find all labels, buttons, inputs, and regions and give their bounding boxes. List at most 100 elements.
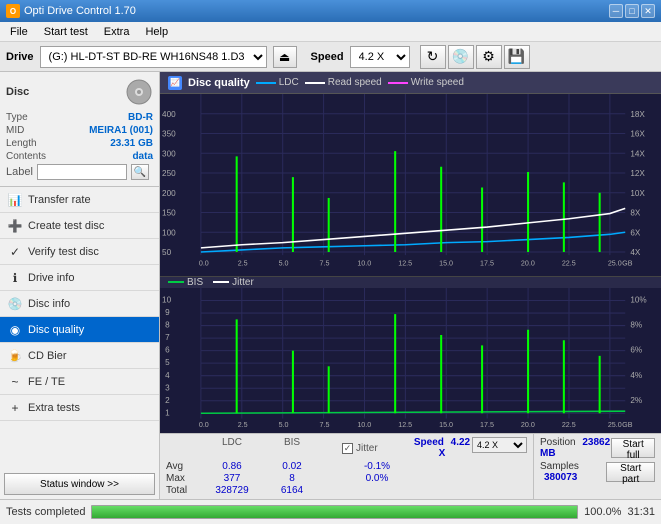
svg-text:7: 7 [165, 333, 170, 342]
svg-text:15.0: 15.0 [439, 420, 453, 429]
svg-text:10.0: 10.0 [357, 258, 371, 267]
svg-text:GB: GB [622, 420, 633, 429]
sidebar-item-cd-bier[interactable]: 🍺 CD Bier [0, 343, 159, 369]
max-ldc: 377 [202, 473, 262, 484]
stats-left: LDC BIS ✓ Jitter Speed 4.22 X 4.2 X [160, 434, 533, 499]
progress-percentage: 100.0% [584, 506, 621, 518]
settings-button[interactable]: ⚙ [476, 45, 502, 69]
sidebar-item-fe-te[interactable]: ~ FE / TE [0, 369, 159, 395]
avg-jitter: -0.1% [342, 461, 412, 472]
label-button[interactable]: 🔍 [131, 164, 149, 180]
svg-text:22.5: 22.5 [562, 258, 576, 267]
start-part-button[interactable]: Start part [606, 462, 655, 482]
svg-text:12X: 12X [630, 169, 645, 178]
stats-right: Position 23862 MB Start full Samples 380… [533, 434, 661, 499]
refresh-button[interactable]: ↻ [420, 45, 446, 69]
avg-bis: 0.02 [262, 461, 322, 472]
menu-file[interactable]: File [4, 24, 34, 40]
mid-value: MEIRA1 (001) [89, 125, 153, 136]
menu-help[interactable]: Help [139, 24, 174, 40]
position-label: Position [540, 437, 576, 448]
sidebar-item-transfer-rate[interactable]: 📊 Transfer rate [0, 187, 159, 213]
svg-text:12.5: 12.5 [398, 420, 412, 429]
length-label: Length [6, 138, 37, 149]
top-chart: 400 350 300 250 200 150 100 50 18X 16X 1… [160, 94, 661, 277]
status-text: Tests completed [6, 506, 85, 518]
svg-text:3: 3 [165, 383, 170, 392]
status-bar: Tests completed 100.0% 31:31 [0, 499, 661, 524]
drive-select[interactable]: (G:) HL-DT-ST BD-RE WH16NS48 1.D3 [40, 46, 267, 68]
svg-text:1: 1 [165, 408, 170, 417]
samples-label: Samples [540, 461, 579, 472]
total-label: Total [166, 485, 202, 496]
svg-text:150: 150 [162, 209, 176, 218]
start-full-button[interactable]: Start full [611, 438, 655, 458]
sidebar-item-disc-info[interactable]: 💿 Disc info [0, 291, 159, 317]
speed-stat-select[interactable]: 4.2 X [472, 437, 527, 453]
read-speed-legend-label: Read speed [328, 77, 382, 88]
ldc-chart-svg: 400 350 300 250 200 150 100 50 18X 16X 1… [160, 94, 661, 276]
eject-button[interactable]: ⏏ [273, 46, 297, 68]
menu-start-test[interactable]: Start test [38, 24, 94, 40]
sidebar-item-drive-info[interactable]: ℹ Drive info [0, 265, 159, 291]
disc-button[interactable]: 💿 [448, 45, 474, 69]
svg-text:5.0: 5.0 [279, 420, 289, 429]
svg-text:200: 200 [162, 189, 176, 198]
type-label: Type [6, 112, 28, 123]
svg-text:7.5: 7.5 [320, 258, 330, 267]
svg-text:6%: 6% [630, 346, 642, 355]
ldc-header: LDC [202, 437, 262, 459]
svg-text:4X: 4X [630, 248, 640, 257]
ldc-legend-label: LDC [279, 77, 299, 88]
jitter-checkbox[interactable]: ✓ [342, 443, 353, 454]
svg-text:2%: 2% [630, 396, 642, 405]
svg-text:250: 250 [162, 169, 176, 178]
svg-text:10%: 10% [630, 295, 647, 304]
svg-text:20.0: 20.0 [521, 258, 535, 267]
svg-text:10.0: 10.0 [357, 420, 371, 429]
svg-text:25.0: 25.0 [608, 420, 622, 429]
total-ldc: 328729 [202, 485, 262, 496]
close-button[interactable]: ✕ [641, 4, 655, 18]
speed-stat-header: Speed 4.22 X [412, 437, 472, 459]
cd-bier-icon: 🍺 [8, 349, 22, 363]
total-row: Total 328729 6164 [166, 485, 527, 496]
menu-bar: File Start test Extra Help [0, 22, 661, 42]
svg-text:5.0: 5.0 [279, 258, 289, 267]
svg-text:12.5: 12.5 [398, 258, 412, 267]
svg-text:20.0: 20.0 [521, 420, 535, 429]
svg-text:9: 9 [165, 308, 170, 317]
sidebar-item-disc-quality[interactable]: ◉ Disc quality [0, 317, 159, 343]
sidebar-item-create-test-disc[interactable]: ➕ Create test disc [0, 213, 159, 239]
drive-info-icon: ℹ [8, 271, 22, 285]
bis-chart-svg: 10 9 8 7 6 5 4 3 2 1 10% 8% 6% 4% 2% [160, 288, 661, 433]
label-input[interactable] [37, 164, 127, 180]
menu-extra[interactable]: Extra [98, 24, 136, 40]
sidebar-item-verify-test-disc[interactable]: ✓ Verify test disc [0, 239, 159, 265]
status-window-button[interactable]: Status window >> [4, 473, 155, 495]
transfer-rate-icon: 📊 [8, 193, 22, 207]
disc-icon [125, 78, 153, 106]
svg-text:17.5: 17.5 [480, 420, 494, 429]
jitter-legend-color [213, 281, 229, 283]
speed-select[interactable]: 4.2 X [350, 46, 410, 68]
sidebar-item-extra-tests[interactable]: + Extra tests [0, 395, 159, 421]
avg-row: Avg 0.86 0.02 -0.1% [166, 461, 527, 472]
total-bis: 6164 [262, 485, 322, 496]
max-bis: 8 [262, 473, 322, 484]
maximize-button[interactable]: □ [625, 4, 639, 18]
jitter-header: Jitter [356, 443, 378, 454]
minimize-button[interactable]: ─ [609, 4, 623, 18]
chart-header: 📈 Disc quality LDC Read speed Write spee… [160, 72, 661, 94]
extra-tests-icon: + [8, 401, 22, 415]
svg-text:4: 4 [165, 371, 170, 380]
nav-label-cd-bier: CD Bier [28, 350, 67, 362]
svg-text:2.5: 2.5 [238, 258, 248, 267]
write-speed-legend-label: Write speed [411, 77, 464, 88]
create-disc-icon: ➕ [8, 219, 22, 233]
bottom-stats-area: LDC BIS ✓ Jitter Speed 4.22 X 4.2 X [160, 433, 661, 499]
contents-value: data [132, 151, 153, 162]
svg-text:4%: 4% [630, 371, 642, 380]
title-text: Opti Drive Control 1.70 [24, 5, 136, 17]
save-button[interactable]: 💾 [504, 45, 530, 69]
